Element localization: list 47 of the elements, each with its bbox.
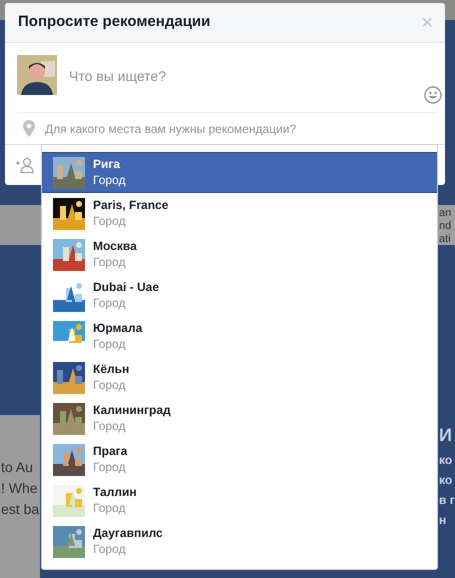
emoji-icon[interactable]: [424, 86, 442, 104]
background-text: nd: [439, 220, 452, 233]
location-pin-icon: [23, 120, 35, 137]
place-name: Юрмала: [93, 321, 142, 336]
suggestion-item[interactable]: Dubai - Uae Город: [42, 275, 437, 316]
suggestion-item[interactable]: Юрмала Город: [42, 316, 437, 357]
place-type: Город: [93, 254, 126, 270]
place-type: Город: [93, 418, 126, 434]
place-type: Город: [93, 172, 126, 188]
place-type: Город: [93, 336, 126, 352]
place-type: Город: [93, 295, 126, 311]
background-text: an: [439, 207, 452, 220]
place-type: Город: [93, 377, 126, 393]
place-name: Paris, France: [93, 198, 168, 213]
background-text: н: [439, 512, 448, 529]
suggestion-item[interactable]: Рига Город: [42, 152, 437, 193]
place-name: Dubai - Uae: [93, 280, 160, 295]
place-type: Город: [93, 213, 126, 229]
suggestion-item[interactable]: Прага Город: [42, 439, 437, 480]
background-text: ati: [439, 233, 452, 246]
place-name: Таллин: [93, 485, 137, 500]
place-name: Прага: [93, 444, 128, 459]
add-person-icon[interactable]: [16, 156, 34, 172]
place-name: Москва: [93, 239, 137, 254]
suggestion-item[interactable]: Калининград Город: [42, 398, 437, 439]
background-text: ко: [439, 472, 454, 489]
suggestion-item[interactable]: Paris, France Город: [42, 193, 437, 234]
suggestion-item[interactable]: Даугавпилс Город: [42, 521, 437, 562]
suggestion-item[interactable]: Таллин Город: [42, 480, 437, 521]
background-text: в г: [439, 492, 455, 509]
place-name: Кёльн: [93, 362, 130, 377]
suggestion-item[interactable]: Москва Город: [42, 234, 437, 275]
place-type: Город: [93, 500, 126, 516]
place-input-field[interactable]: Для какого места вам нужны рекомендации?: [45, 120, 375, 138]
background-text: est ba: [1, 500, 40, 519]
place-type: Город: [93, 459, 126, 475]
background-text: ко: [439, 452, 454, 469]
background-text: ! Whe: [1, 479, 39, 498]
place-name: Даугавпилс: [93, 526, 163, 541]
background-text: to Au: [1, 458, 34, 477]
post-input-field[interactable]: Что вы ищете?: [57, 66, 357, 86]
place-name: Калининград: [93, 403, 171, 418]
suggestion-item[interactable]: Кёльн Город: [42, 357, 437, 398]
dialog-title: Попросите рекомендации: [18, 12, 210, 32]
place-type: Город: [93, 541, 126, 557]
background-text: И: [439, 424, 453, 447]
place-name: Рига: [93, 157, 122, 172]
